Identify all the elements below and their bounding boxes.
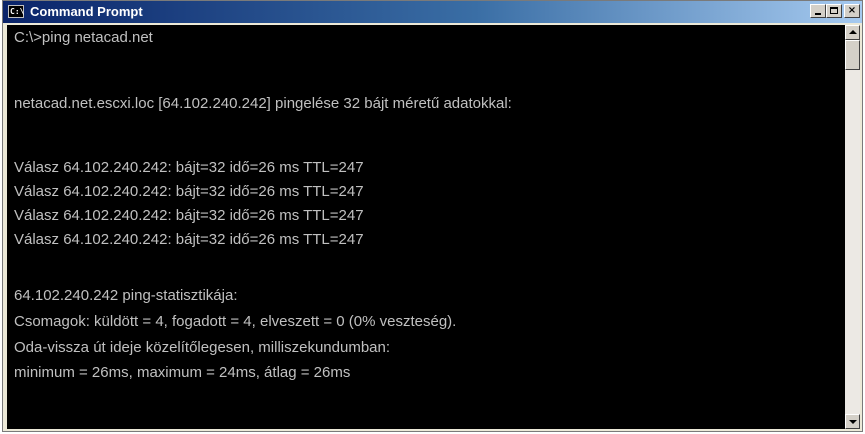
console-line: Válasz 64.102.240.242: bájt=32 idő=26 ms…	[14, 231, 364, 248]
console-line: Válasz 64.102.240.242: bájt=32 idő=26 ms…	[14, 207, 364, 224]
console-line: Oda-vissza út ideje közelítőlegesen, mil…	[14, 339, 391, 356]
title-bar[interactable]: C:\ Command Prompt ×	[3, 1, 862, 23]
console-line: Csomagok: küldött = 4, fogadott = 4, elv…	[14, 313, 457, 330]
vertical-scrollbar[interactable]	[845, 25, 860, 429]
window-title: Command Prompt	[30, 4, 143, 19]
cmd-icon[interactable]: C:\	[8, 5, 24, 18]
console-line: minimum = 26ms, maximum = 24ms, átlag = …	[14, 364, 351, 381]
console-line: netacad.net.escxi.loc [64.102.240.242] p…	[14, 95, 512, 112]
console-output[interactable]: C:\>ping netacad.net netacad.net.escxi.l…	[7, 25, 845, 429]
close-icon: ×	[847, 5, 857, 16]
window-controls: ×	[810, 4, 860, 18]
console-line: Válasz 64.102.240.242: bájt=32 idő=26 ms…	[14, 159, 364, 176]
command-prompt-window: C:\ Command Prompt × C:\>ping netacad.ne…	[2, 0, 863, 432]
arrow-up-icon	[849, 30, 857, 34]
minimize-icon	[815, 13, 821, 15]
close-button[interactable]: ×	[844, 4, 860, 18]
scroll-up-button[interactable]	[845, 25, 860, 40]
scroll-thumb[interactable]	[845, 40, 860, 70]
maximize-icon	[830, 7, 838, 14]
console-line: 64.102.240.242 ping-statisztikája:	[14, 287, 238, 304]
arrow-down-icon	[849, 420, 857, 424]
minimize-button[interactable]	[810, 4, 826, 18]
maximize-button[interactable]	[826, 4, 842, 18]
scroll-down-button[interactable]	[845, 414, 860, 429]
console-line: C:\>ping netacad.net	[14, 29, 153, 46]
console-line: Válasz 64.102.240.242: bájt=32 idő=26 ms…	[14, 183, 364, 200]
